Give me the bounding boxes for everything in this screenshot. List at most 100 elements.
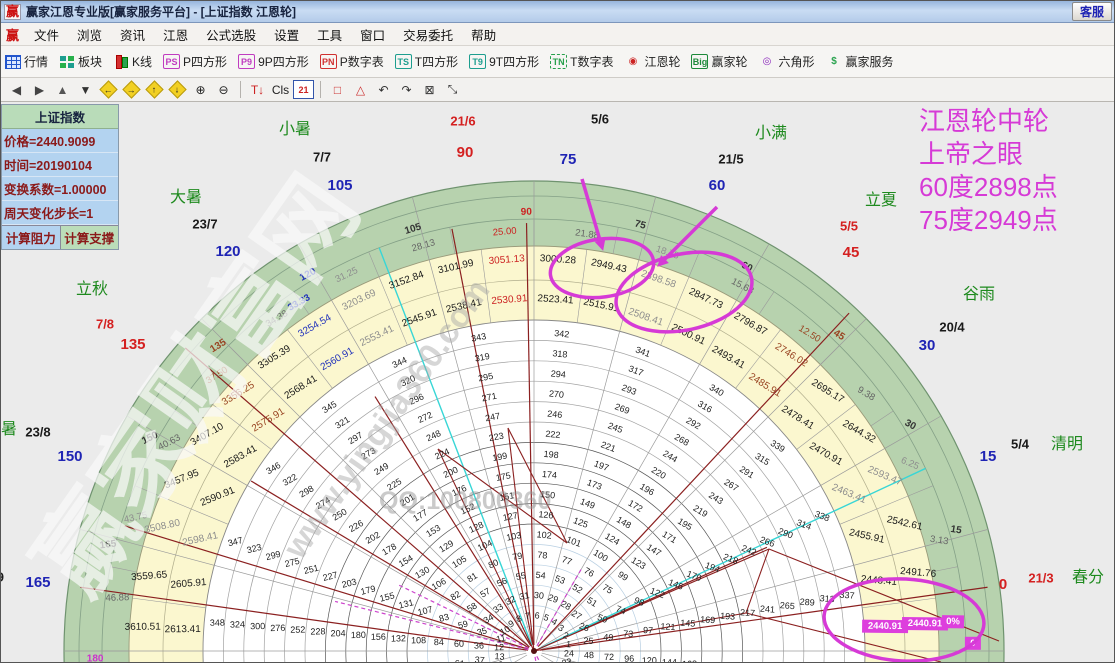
menu-item-0[interactable]: 文件 — [25, 23, 68, 46]
toolbar-item-P四方形[interactable]: PSP四方形 — [163, 53, 227, 70]
support-button[interactable]: 客服 — [1072, 2, 1112, 21]
toolbar-item-板块[interactable]: 板块 — [59, 53, 102, 70]
menu-item-5[interactable]: 设置 — [265, 23, 308, 46]
svg-text:90: 90 — [457, 144, 474, 161]
svg-text:174: 174 — [541, 469, 557, 480]
P数字表-icon: PN — [320, 54, 337, 69]
menu-item-4[interactable]: 公式选股 — [197, 23, 265, 46]
zoom-out-button[interactable]: ⊖ — [213, 80, 234, 99]
toolbar-item-9P四方形[interactable]: P99P四方形 — [238, 53, 309, 70]
svg-text:168: 168 — [682, 659, 697, 663]
svg-text:3610.51: 3610.51 — [125, 622, 162, 633]
svg-text:21/5: 21/5 — [718, 151, 743, 166]
toolbar-item-行情[interactable]: 行情 — [5, 53, 48, 70]
svg-text:QQ:100800360: QQ:100800360 — [379, 487, 551, 515]
svg-text:198: 198 — [543, 449, 559, 460]
toolbar-item-P数字表[interactable]: PNP数字表 — [320, 53, 384, 70]
svg-text:276: 276 — [270, 623, 285, 633]
svg-text:谷雨: 谷雨 — [963, 285, 995, 303]
main-toolbar: 行情 板块 K线 PSP四方形 P99P四方形 PNP数字表 TST四方形 T99T四方形 TN… — [1, 46, 1114, 78]
prev-button[interactable]: ◀ — [6, 80, 27, 99]
svg-text:180: 180 — [351, 630, 366, 640]
赢家服务-icon: $ — [826, 54, 843, 69]
toolbar-label: 板块 — [78, 53, 102, 70]
svg-text:121: 121 — [660, 621, 676, 632]
svg-text:21/6: 21/6 — [450, 113, 475, 128]
toolbar-item-T四方形[interactable]: TST四方形 — [395, 53, 458, 70]
toolbar-label: 赢家轮 — [711, 53, 747, 70]
toolbar-item-T数字表[interactable]: TNT数字表 — [550, 53, 613, 70]
pan-up-button[interactable]: ↑ — [144, 80, 165, 99]
svg-text:180: 180 — [87, 653, 104, 663]
up-triangle-button[interactable]: ▲ — [52, 80, 73, 99]
svg-text:23/7: 23/7 — [192, 216, 217, 231]
svg-text:165: 165 — [25, 574, 50, 591]
svg-text:193: 193 — [720, 611, 736, 622]
svg-text:73: 73 — [623, 628, 634, 639]
toolbar-item-9T四方形[interactable]: T99T四方形 — [469, 53, 539, 70]
svg-text:60: 60 — [709, 177, 726, 194]
toolbar-label: K线 — [132, 53, 152, 70]
svg-text:105: 105 — [327, 177, 352, 194]
svg-text:7/9: 7/9 — [1, 569, 4, 584]
panel-row-2: 变换系数=1.00000 — [2, 177, 118, 201]
toolbar-item-六角形[interactable]: ◎六角形 — [759, 53, 815, 70]
calendar-button[interactable]: 21 — [293, 80, 314, 99]
toolbar-label: T四方形 — [415, 53, 458, 70]
triangle-tool-button[interactable]: △ — [350, 80, 371, 99]
pan-left-button[interactable]: ← — [98, 80, 119, 99]
svg-text:15: 15 — [950, 524, 963, 537]
svg-text:241: 241 — [760, 604, 776, 615]
svg-text:清明: 清明 — [1051, 435, 1083, 453]
svg-text:135: 135 — [120, 336, 145, 353]
note-line: 75度2949点 — [919, 204, 1058, 237]
六角形-icon: ◎ — [759, 54, 776, 69]
svg-text:45: 45 — [843, 244, 860, 261]
toolbar-item-赢家轮[interactable]: Big赢家轮 — [691, 53, 747, 70]
rotate-ccw-button[interactable]: ↶ — [373, 80, 394, 99]
toolbar-item-K线[interactable]: K线 — [113, 53, 152, 70]
toolbar-label: T数字表 — [570, 53, 613, 70]
svg-text:春分: 春分 — [1072, 568, 1104, 586]
pan-right-button[interactable]: → — [121, 80, 142, 99]
app-window: 1234567891011121314232425262728293031323… — [0, 0, 1115, 663]
menu-item-7[interactable]: 窗口 — [351, 23, 394, 46]
svg-text:小满: 小满 — [755, 124, 787, 142]
menu-item-9[interactable]: 帮助 — [462, 23, 505, 46]
toolbar-item-江恩轮[interactable]: ◉江恩轮 — [624, 53, 680, 70]
annotation-note: 江恩轮中轮 上帝之眼 60度2898点 75度2949点 — [919, 105, 1058, 237]
menu-item-2[interactable]: 资讯 — [111, 23, 154, 46]
menu-item-3[interactable]: 江恩 — [154, 23, 197, 46]
calc-resistance-button[interactable]: 计算阻力 — [2, 225, 61, 249]
rotate-cw-button[interactable]: ↷ — [396, 80, 417, 99]
svg-text:5/5: 5/5 — [840, 218, 858, 233]
pan-down-button[interactable]: ↓ — [167, 80, 188, 99]
square-tool-button[interactable]: □ — [327, 80, 348, 99]
down-triangle-button[interactable]: ▼ — [75, 80, 96, 99]
toolbar-item-赢家服务[interactable]: $赢家服务 — [826, 53, 894, 70]
menu-item-6[interactable]: 工具 — [308, 23, 351, 46]
svg-text:75: 75 — [560, 151, 577, 168]
zoom-in-button[interactable]: ⊕ — [190, 80, 211, 99]
svg-text:24: 24 — [564, 648, 574, 658]
svg-text:25: 25 — [583, 635, 594, 646]
svg-text:270: 270 — [548, 388, 564, 399]
T数字表-icon: TN — [550, 54, 567, 69]
svg-text:54: 54 — [535, 570, 546, 581]
9P四方形-icon: P9 — [238, 54, 255, 69]
calc-support-button[interactable]: 计算支撑 — [61, 225, 119, 249]
t-down-button[interactable]: T↓ — [247, 80, 268, 99]
fit-center-button[interactable]: ⤡ — [442, 80, 463, 99]
title-bar: 赢 赢家江恩专业版[赢家服务平台] - [上证指数 江恩轮] 客服 — [1, 1, 1114, 23]
svg-text:132: 132 — [391, 633, 406, 643]
box-x-button[interactable]: ⊠ — [419, 80, 440, 99]
next-button[interactable]: ▶ — [29, 80, 50, 99]
menu-item-8[interactable]: 交易委托 — [394, 23, 462, 46]
menu-item-1[interactable]: 浏览 — [68, 23, 111, 46]
P四方形-icon: PS — [163, 54, 180, 69]
svg-text:90: 90 — [521, 207, 533, 218]
svg-text:246: 246 — [547, 409, 563, 420]
svg-text:318: 318 — [552, 348, 568, 359]
cls-button[interactable]: Cls — [270, 80, 291, 99]
svg-text:立秋: 立秋 — [76, 280, 108, 298]
